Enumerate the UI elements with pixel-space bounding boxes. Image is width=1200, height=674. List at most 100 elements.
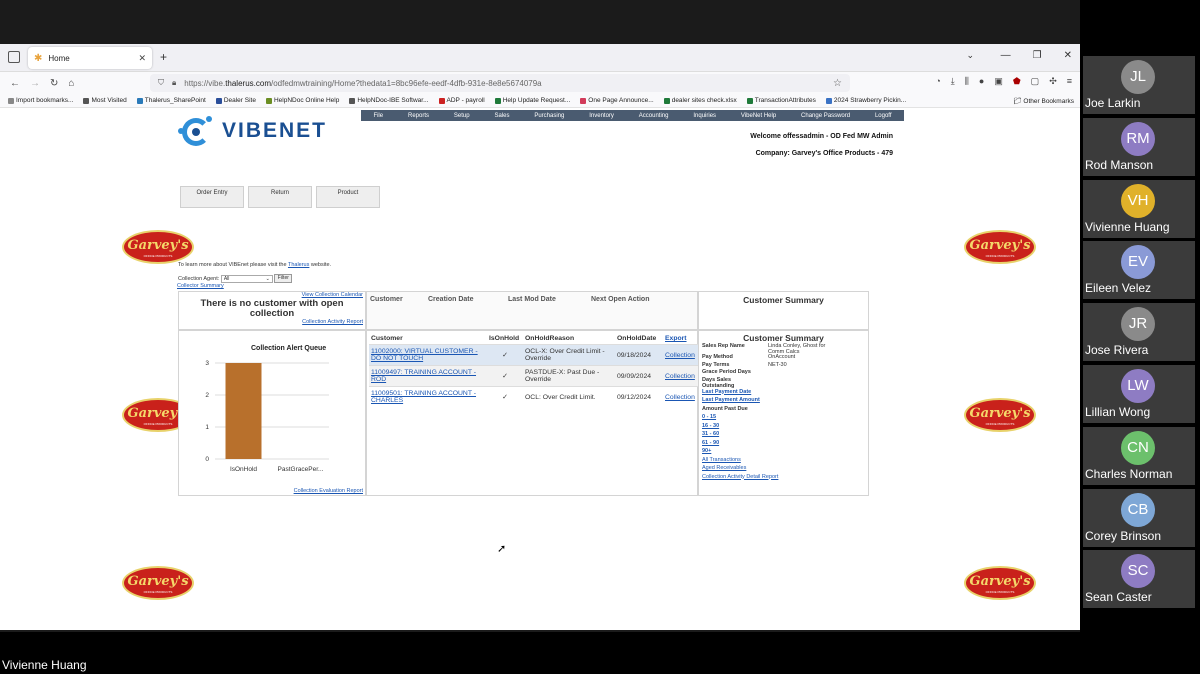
menu-item-reports[interactable]: Reports	[408, 113, 429, 119]
close-tab-icon[interactable]: ✕	[138, 53, 146, 64]
bookmark-item[interactable]: HelpNDoc-IBE Softwar...	[349, 97, 429, 104]
participant-tile[interactable]: EV Eileen Velez	[1083, 241, 1195, 300]
back-icon[interactable]: ←	[10, 78, 20, 89]
summary-field: Sales Rep Name Linda Conley, Ghost for Co…	[702, 343, 826, 355]
menu-item-change-password[interactable]: Change Password	[801, 113, 850, 119]
bookmark-item[interactable]: dealer sites check.xlsx	[663, 97, 737, 104]
reload-icon[interactable]: ↻	[50, 78, 58, 89]
participant-tile[interactable]: RM Rod Manson	[1083, 117, 1195, 176]
product-button[interactable]: Product	[316, 186, 380, 208]
pocket-icon[interactable]: ◔	[935, 76, 940, 87]
library-icon[interactable]: ⫼	[965, 76, 969, 87]
filter-button[interactable]: Filter	[274, 274, 293, 283]
collection-queue-panel: Customer IsOnHold OnHoldReason OnHoldDat…	[366, 330, 699, 496]
new-tab-icon[interactable]: +	[160, 50, 167, 64]
collection-activity-report-link[interactable]: Collection Activity Report	[302, 319, 363, 325]
all-transactions-link[interactable]: All Transactions	[702, 457, 828, 466]
collection-activity-detail-link[interactable]: Collection Activity Detail Report	[702, 474, 828, 483]
participant-tile[interactable]: JL Joe Larkin	[1083, 56, 1195, 114]
bookmark-item[interactable]: 2024 Strawberry Pickin...	[825, 97, 906, 104]
ublock-icon[interactable]: ⬟	[1013, 76, 1021, 87]
onhold-reason: OCL: Over Credit Limit.	[523, 386, 615, 408]
y-tick-label: 2	[205, 392, 209, 399]
note-icon[interactable]: ▢	[1031, 76, 1040, 87]
participant-name: Corey Brinson	[1085, 528, 1162, 543]
customer-link[interactable]: 11009497: TRAINING ACCOUNT - ROD	[371, 369, 476, 383]
customer-link[interactable]: 11009501: TRAINING ACCOUNT - CHARLES	[371, 390, 476, 404]
participant-tile[interactable]: JR Jose Rivera	[1083, 303, 1195, 362]
bookmark-item[interactable]: Most Visited	[83, 97, 127, 104]
menu-item-vibenet-help[interactable]: VibeNet Help	[741, 113, 776, 119]
collection-agent-select[interactable]: All ⌄	[220, 274, 273, 283]
onhold-check-icon: ✓	[487, 344, 523, 366]
tab-overview-icon[interactable]	[8, 51, 20, 63]
collector-summary-link[interactable]: Collector Summary	[177, 283, 224, 289]
extension-icon[interactable]: ▣	[994, 76, 1003, 87]
menu-item-inventory[interactable]: Inventory	[589, 113, 614, 119]
bookmark-item[interactable]: Dealer Site	[215, 97, 256, 104]
other-bookmarks[interactable]: 📁︎ Other Bookmarks	[1013, 97, 1074, 105]
onhold-check-icon: ✓	[487, 386, 523, 408]
menu-icon[interactable]: ≡	[1067, 76, 1072, 87]
aged-receivables-link[interactable]: Aged Receivables	[702, 465, 828, 474]
return-button[interactable]: Return	[248, 186, 312, 208]
menu-item-logoff[interactable]: Logoff	[875, 113, 892, 119]
th-export[interactable]: Export	[663, 333, 699, 345]
aging-link[interactable]: 31 - 60	[702, 431, 828, 440]
bookmark-item[interactable]: Thalerus_SharePoint	[136, 97, 206, 104]
last-payment-date-link[interactable]: Last Payment Date	[702, 389, 828, 398]
menu-item-setup[interactable]: Setup	[454, 113, 470, 119]
tab-list-icon[interactable]: ⌄	[966, 50, 974, 61]
aging-link[interactable]: 0 - 15	[702, 414, 828, 423]
bookmark-item[interactable]: TransactionAttributes	[746, 97, 816, 104]
bookmark-item[interactable]: Import bookmarks...	[8, 97, 73, 104]
close-window-icon[interactable]: ✕	[1064, 50, 1072, 61]
home-icon[interactable]: ⌂	[68, 78, 74, 89]
participant-avatar: RM	[1121, 121, 1155, 156]
participant-tile[interactable]: LW Lillian Wong	[1083, 365, 1195, 423]
participant-tile[interactable]: VH Vivienne Huang	[1083, 179, 1195, 238]
menu-item-inquiries[interactable]: Inquiries	[693, 113, 716, 119]
bookmark-icon	[349, 97, 356, 104]
aging-link[interactable]: 90+	[702, 448, 828, 457]
participant-name: Lillian Wong	[1085, 405, 1151, 419]
view-collection-calendar-link[interactable]: View Collection Calendar	[302, 292, 363, 298]
forward-icon[interactable]: →	[30, 78, 40, 89]
menu-item-file[interactable]: File	[373, 113, 383, 119]
tab-home[interactable]: ✱ Home ✕	[28, 47, 152, 69]
collection-link[interactable]: Collection	[665, 352, 695, 359]
welcome-text: Welcome offessadmin - OD Fed MW Admin	[750, 133, 893, 140]
puzzle-icon[interactable]: ✣	[1049, 76, 1057, 87]
url-bar[interactable]: ⛉ 🔒︎ https://vibe.thalerus.com/odfedmwtr…	[150, 74, 850, 92]
participant-name: Vivienne Huang	[1085, 219, 1170, 234]
aging-link[interactable]: 16 - 30	[702, 423, 828, 432]
menu-item-sales[interactable]: Sales	[494, 113, 509, 119]
download-icon[interactable]: ⤓	[951, 76, 955, 87]
bookmark-item[interactable]: Help Update Request...	[494, 97, 570, 104]
participant-tile[interactable]: SC Sean Caster	[1083, 550, 1195, 609]
th-onholddate: OnHoldDate	[617, 335, 657, 342]
collection-agent-row: Collection Agent: All ⌄ Filter	[178, 274, 293, 283]
collection-evaluation-report-link[interactable]: Collection Evaluation Report	[294, 488, 363, 494]
menu-item-accounting[interactable]: Accounting	[639, 113, 669, 119]
onhold-reason: PASTDUE-X: Past Due - Override	[523, 365, 615, 387]
collection-link[interactable]: Collection	[665, 394, 695, 401]
bookmark-item[interactable]: One Page Announce...	[580, 97, 654, 104]
participant-tile[interactable]: CN Charles Norman	[1083, 426, 1195, 485]
bookmark-icon	[265, 97, 272, 104]
account-icon[interactable]: ●	[979, 76, 984, 87]
last-payment-amount-link[interactable]: Last Payment Amount	[702, 397, 828, 406]
bookmark-star-icon[interactable]: ☆	[833, 78, 842, 89]
collection-link[interactable]: Collection	[665, 373, 695, 380]
aging-link[interactable]: 61 - 90	[702, 440, 828, 449]
participant-tile[interactable]: CB Corey Brinson	[1083, 488, 1195, 547]
order-entry-button[interactable]: Order Entry	[180, 186, 244, 208]
bookmark-item[interactable]: ADP - payroll	[438, 97, 485, 104]
customer-link[interactable]: 11002000: VIRTUAL CUSTOMER - DO NOT TOUC…	[371, 348, 478, 362]
restore-icon[interactable]: ❐	[1033, 50, 1042, 61]
thalerus-link[interactable]: Thalerus	[288, 262, 309, 268]
menu-item-purchasing[interactable]: Purchasing	[534, 113, 564, 119]
minimize-icon[interactable]: —	[1001, 50, 1011, 61]
bookmark-item[interactable]: HelpNDoc Online Help	[265, 97, 339, 104]
participant-avatar: VH	[1121, 183, 1155, 218]
